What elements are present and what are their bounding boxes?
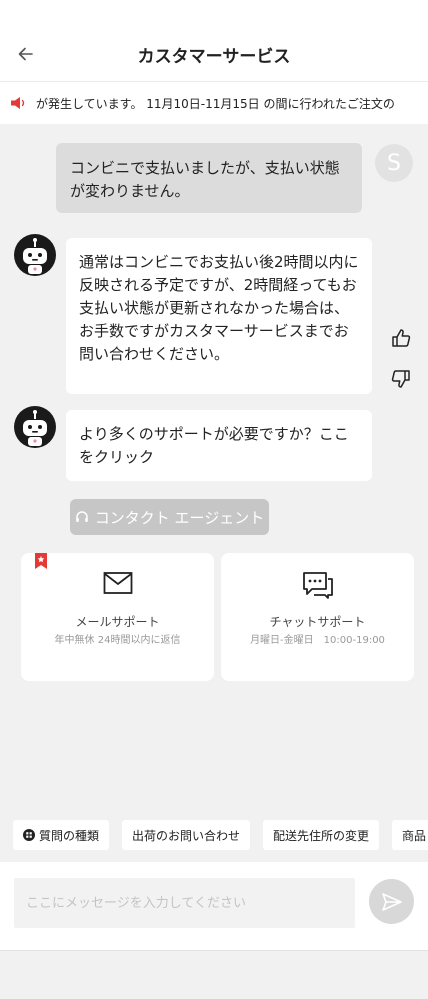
quick-reply-shipping[interactable]: 出荷のお問い合わせ [122,820,251,850]
speaker-icon [11,97,25,109]
send-button[interactable] [369,879,414,924]
mail-support-card[interactable]: メールサポート 年中無休 24時間以内に返信 [21,553,214,681]
mail-support-subtitle: 年中無休 24時間以内に返信 [54,635,181,646]
chat-support-card[interactable]: チャットサポート 月曜日-金曜日 10:00-19:00 [221,553,414,681]
message-composer [0,862,428,951]
user-avatar: S [375,144,413,182]
quick-reply-bar: 質問の種類 出荷のお問い合わせ 配送先住所の変更 商品 [0,820,428,850]
chip-label: 配送先住所の変更 [273,828,370,843]
headset-icon [75,511,88,522]
quick-reply-product[interactable]: 商品 [392,820,428,850]
chip-label: 出荷のお問い合わせ [132,828,241,843]
contact-agent-label: コンタクト エージェント [94,508,265,527]
message-input[interactable] [14,878,355,928]
quick-reply-question-type[interactable]: 質問の種類 [13,820,110,850]
question-type-icon [23,829,35,841]
mail-support-title: メールサポート [75,615,160,629]
envelope-icon [103,572,132,594]
quick-reply-address-change[interactable]: 配送先住所の変更 [263,820,380,850]
page-title: カスタマーサービス [137,47,291,67]
thumbs-up-icon [392,329,411,347]
contact-agent-button[interactable]: コンタクト エージェント [70,499,269,535]
chat-support-title: チャットサポート [269,615,366,629]
chip-label: 商品 [402,828,427,843]
bot-message: 通常はコンビニでお支払い後2時間以内に反映される予定ですが、2時間経ってもお支払… [66,238,372,394]
chip-label: 質問の種類 [39,828,100,843]
chat-icon [302,572,333,599]
notice-text: が発生しています。 11月10日-11月15日 の間に行われたご注文の [36,96,395,111]
thumbs-down-icon [391,370,410,388]
robot-avatar-icon [14,234,56,276]
chat-support-subtitle: 月曜日-金曜日 10:00-19:00 [250,635,385,646]
send-icon [381,892,402,911]
thumbs-up-button[interactable] [388,325,414,351]
thumbs-down-button[interactable] [388,366,414,392]
notice-bar[interactable]: が発生しています。 11月10日-11月15日 の間に行われたご注文の [0,82,428,124]
user-message: コンビニで支払いましたが、支払い状態が変わりません。 [56,143,362,213]
bookmark-star-icon [35,553,47,569]
bot-message-more-help[interactable]: より多くのサポートが必要ですか？ここをクリック [66,410,372,481]
robot-avatar-icon [14,406,56,448]
header: カスタマーサービス [0,0,428,82]
